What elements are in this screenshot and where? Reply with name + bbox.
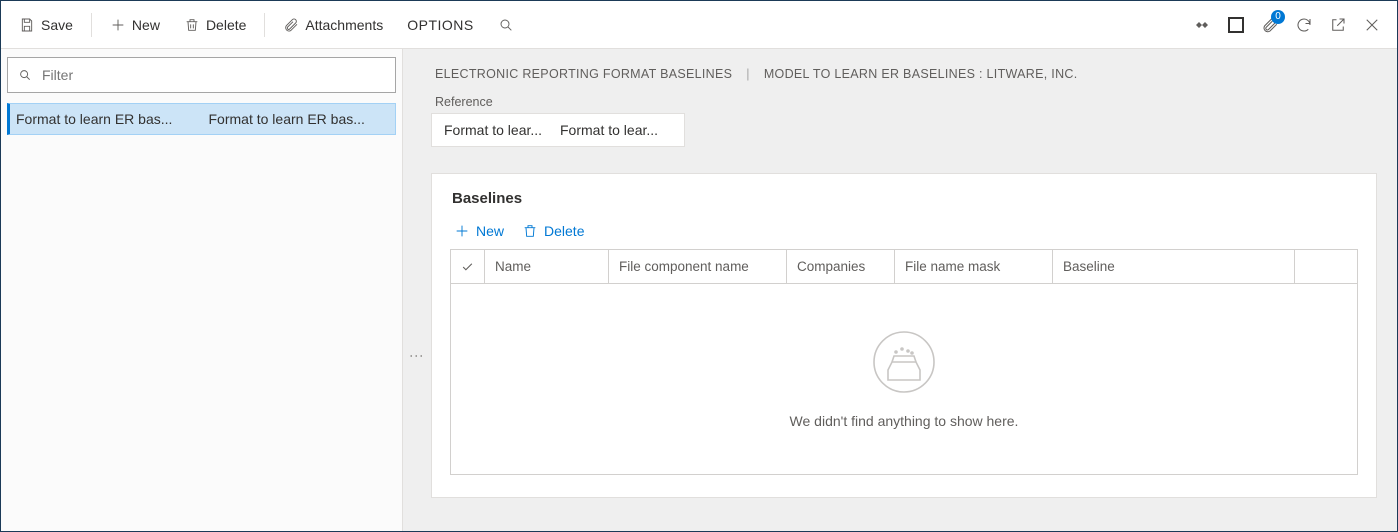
new-button[interactable]: New: [100, 11, 170, 39]
action-toolbar: Save New Delete Attachments OPTIONS: [1, 1, 1397, 49]
reference-col1: Format to lear...: [442, 122, 558, 138]
link-icon: [1193, 16, 1211, 34]
grid-select-all[interactable]: [451, 250, 485, 283]
list-item-col1: Format to learn ER bas...: [16, 111, 197, 127]
trash-icon: [522, 223, 538, 239]
toolbar-divider: [91, 13, 92, 37]
save-label: Save: [41, 17, 73, 33]
search-icon: [18, 68, 32, 82]
empty-folder-icon: [872, 330, 936, 397]
new-label: New: [132, 17, 160, 33]
drag-grip-icon[interactable]: ⋮: [409, 349, 425, 361]
attachments-button[interactable]: Attachments: [273, 11, 393, 39]
reference-label: Reference: [435, 95, 1377, 109]
attachments-badge: 0: [1271, 10, 1285, 24]
attachments-icon-button[interactable]: 0: [1261, 16, 1279, 34]
grid-col-baseline[interactable]: Baseline: [1053, 250, 1295, 283]
baselines-grid: Name File component name Companies File …: [450, 249, 1358, 475]
grid-empty-state: We didn't find anything to show here.: [451, 284, 1357, 474]
baselines-delete-label: Delete: [544, 223, 584, 239]
navigation-list-pane: Format to learn ER bas... Format to lear…: [1, 49, 403, 531]
detail-pane: ⋮ ELECTRONIC REPORTING FORMAT BASELINES …: [403, 49, 1397, 531]
breadcrumb: ELECTRONIC REPORTING FORMAT BASELINES | …: [431, 65, 1377, 95]
attachments-label: Attachments: [305, 17, 383, 33]
grid-col-file-mask[interactable]: File name mask: [895, 250, 1053, 283]
grid-col-file-component[interactable]: File component name: [609, 250, 787, 283]
list-item-col2: Format to learn ER bas...: [209, 111, 390, 127]
office-icon: [1228, 17, 1244, 33]
breadcrumb-separator: |: [746, 67, 750, 81]
paperclip-icon: [283, 17, 299, 33]
baselines-new-button[interactable]: New: [454, 223, 504, 239]
baselines-delete-button[interactable]: Delete: [522, 223, 584, 239]
breadcrumb-item[interactable]: ELECTRONIC REPORTING FORMAT BASELINES: [435, 67, 732, 81]
baselines-title: Baselines: [450, 190, 1358, 207]
office-button[interactable]: [1227, 16, 1245, 34]
popout-button[interactable]: [1329, 16, 1347, 34]
check-icon: [461, 260, 474, 274]
breadcrumb-item: MODEL TO LEARN ER BASELINES : LITWARE, I…: [764, 67, 1078, 81]
baselines-card: Baselines New Delete: [431, 173, 1377, 498]
reference-field[interactable]: Format to lear... Format to lear...: [431, 113, 685, 147]
grid-empty-text: We didn't find anything to show here.: [790, 413, 1019, 429]
refresh-icon: [1295, 16, 1313, 34]
search-icon: [498, 17, 514, 33]
search-button[interactable]: [488, 11, 524, 39]
plus-icon: [110, 17, 126, 33]
options-label: OPTIONS: [407, 17, 474, 33]
toolbar-divider: [264, 13, 265, 37]
popout-icon: [1329, 16, 1347, 34]
filter-input[interactable]: [40, 66, 385, 84]
save-button[interactable]: Save: [9, 11, 83, 39]
baselines-new-label: New: [476, 223, 504, 239]
close-button[interactable]: [1363, 16, 1381, 34]
save-icon: [19, 17, 35, 33]
plus-icon: [454, 223, 470, 239]
refresh-button[interactable]: [1295, 16, 1313, 34]
delete-label: Delete: [206, 17, 246, 33]
close-icon: [1363, 16, 1381, 34]
grid-col-companies[interactable]: Companies: [787, 250, 895, 283]
trash-icon: [184, 17, 200, 33]
grid-header: Name File component name Companies File …: [451, 250, 1357, 284]
options-button[interactable]: OPTIONS: [397, 11, 484, 39]
delete-button[interactable]: Delete: [174, 11, 256, 39]
filter-input-wrap[interactable]: [7, 57, 396, 93]
list-item[interactable]: Format to learn ER bas... Format to lear…: [7, 103, 396, 135]
grid-col-spacer: [1295, 250, 1357, 283]
reference-col2: Format to lear...: [558, 122, 674, 138]
link-icon-button[interactable]: [1193, 16, 1211, 34]
grid-col-name[interactable]: Name: [485, 250, 609, 283]
